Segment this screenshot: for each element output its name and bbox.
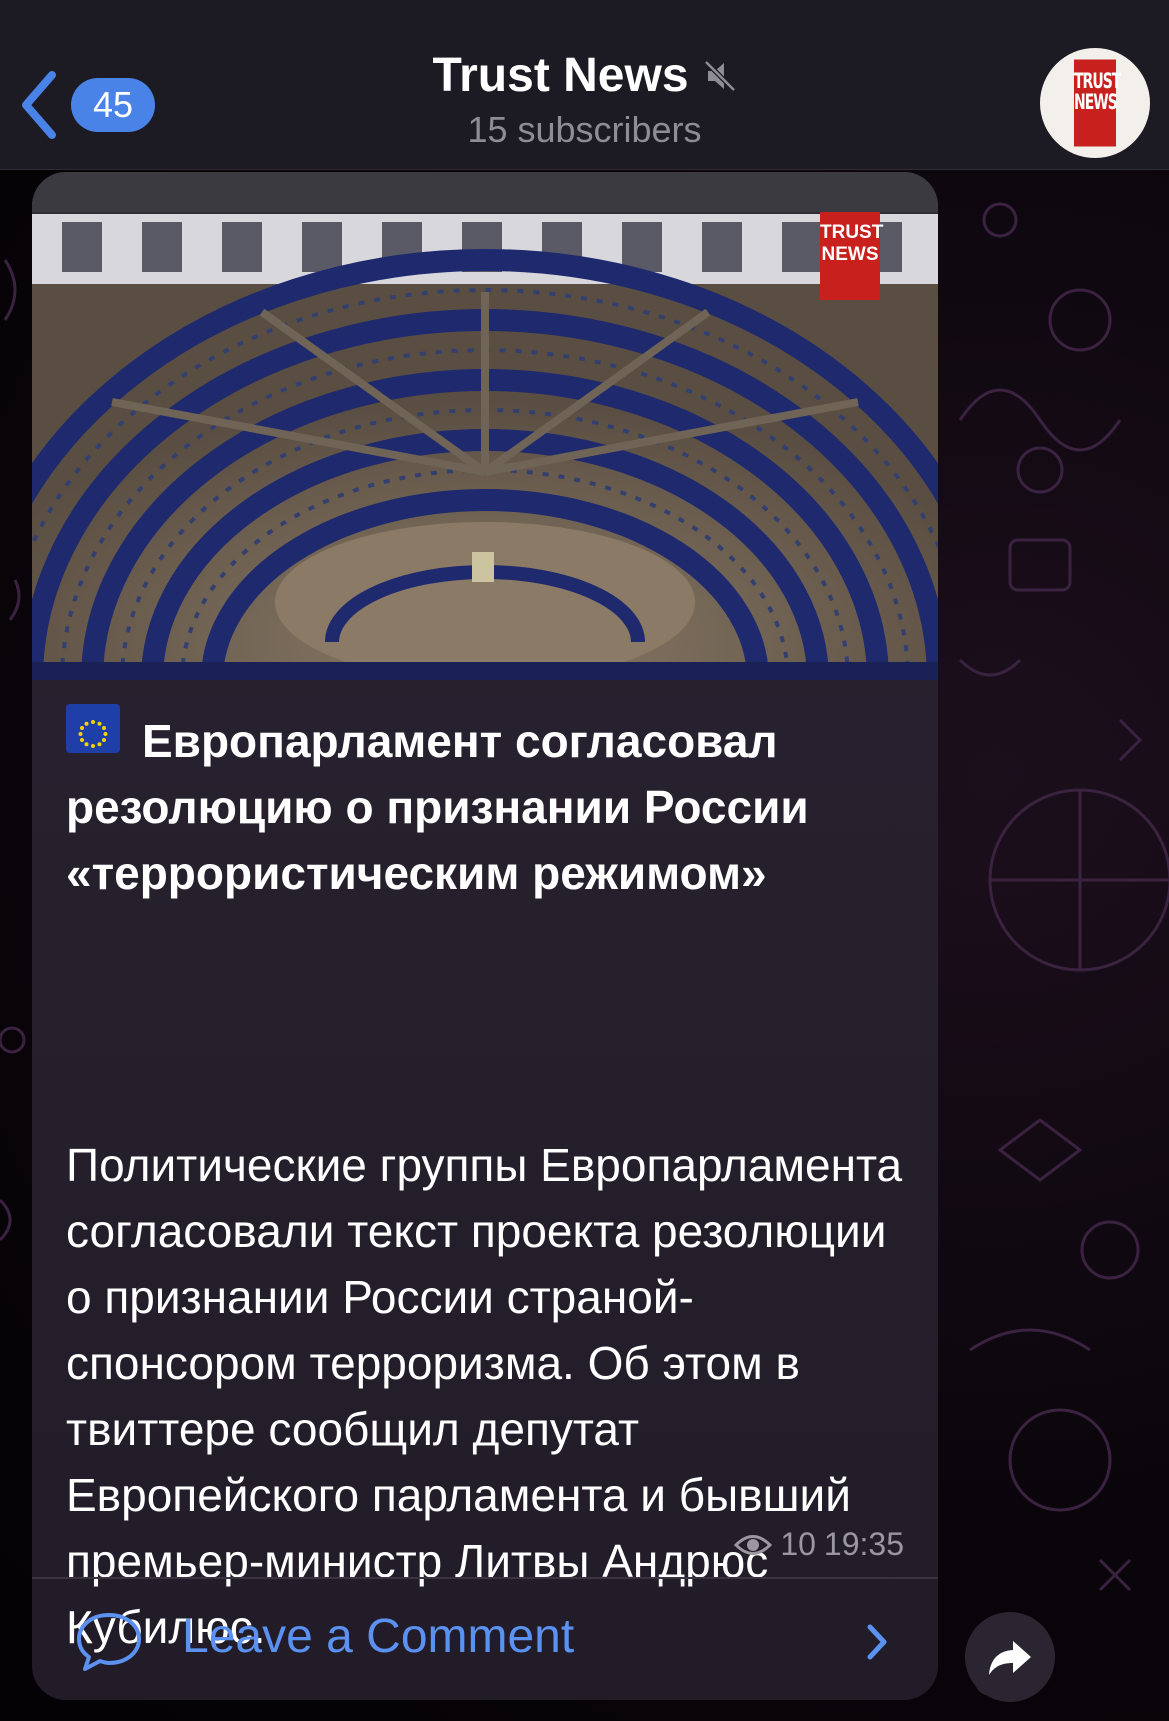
channel-title-block[interactable]: Trust News 15 subscribers (0, 48, 1169, 151)
photo-watermark-logo: TRUST NEWS (820, 212, 883, 300)
share-arrow-icon (989, 1641, 1031, 1675)
post-time: 19:35 (823, 1526, 904, 1562)
parliament-hall-image (32, 172, 938, 682)
share-button[interactable] (965, 1612, 1055, 1702)
eu-flag-icon (66, 704, 120, 753)
muted-speaker-icon (703, 59, 736, 92)
post-photo[interactable]: TRUST NEWS (32, 172, 938, 682)
speech-bubble-icon (77, 1613, 141, 1671)
leave-comment-button[interactable]: Leave a Comment (32, 1579, 938, 1700)
post-headline: Европарламент согласовал резолюцию о при… (66, 715, 809, 899)
leave-comment-label: Leave a Comment (182, 1610, 575, 1663)
message-bubble: TRUST NEWS Европарламент согласовал резол… (32, 172, 938, 1700)
channel-name: Trust News (432, 49, 689, 102)
chevron-right-icon (867, 1624, 887, 1660)
chat-header: 45 Trust News 15 subscribers TRUST NEWS (0, 0, 1169, 170)
trust-news-logo: TRUST NEWS (1074, 59, 1121, 147)
view-count: 10 (780, 1526, 816, 1562)
post-title: Европарламент согласовал резолюцию о при… (66, 704, 916, 906)
channel-title: Trust News (432, 48, 736, 103)
channel-avatar[interactable]: TRUST NEWS (1040, 48, 1150, 158)
eye-icon (734, 1534, 773, 1555)
post-meta: 10 19:35 (734, 1526, 904, 1563)
subscriber-count: 15 subscribers (467, 109, 702, 150)
